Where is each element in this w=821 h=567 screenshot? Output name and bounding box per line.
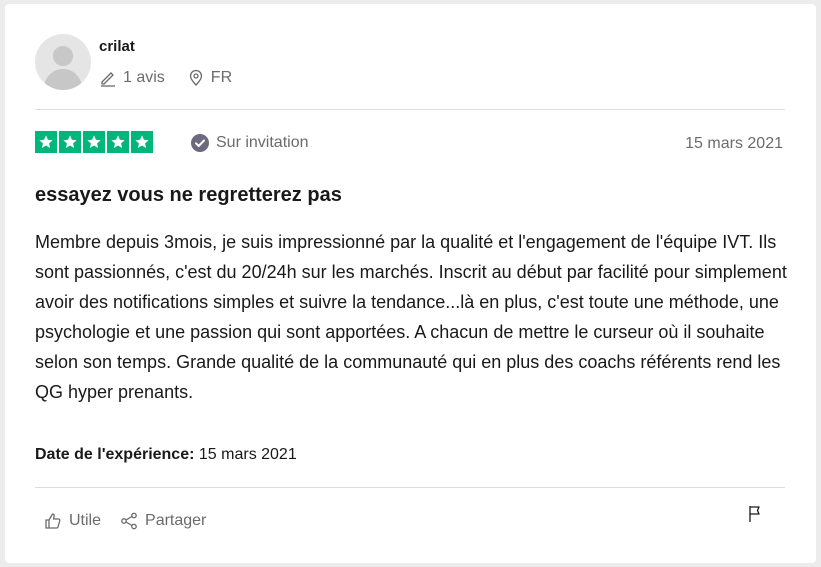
review-actions: Utile Partager [43, 509, 206, 533]
country-code: FR [210, 69, 233, 86]
useful-button[interactable]: Utile [43, 511, 101, 531]
divider [35, 109, 785, 110]
location-pin-icon [187, 69, 205, 87]
invitation-badge[interactable]: Sur invitation [190, 133, 309, 153]
avatar-placeholder-icon [43, 46, 83, 90]
experience-date-value: 15 mars 2021 [198, 446, 297, 463]
thumbs-up-icon [43, 511, 63, 531]
share-button[interactable]: Partager [119, 511, 206, 531]
reviewer-meta: 1 avis FR [99, 68, 232, 88]
avatar[interactable] [35, 34, 91, 90]
star-rating [35, 131, 155, 153]
review-body: Membre depuis 3mois, je suis impressionn… [35, 232, 787, 402]
experience-label: Date de l'expérience: [35, 446, 195, 463]
review-title[interactable]: essayez vous ne regretterez pas [35, 184, 342, 207]
star-icon [83, 131, 105, 153]
star-icon [107, 131, 129, 153]
share-icon [119, 511, 139, 531]
pencil-icon [99, 69, 117, 87]
share-label: Partager [145, 512, 207, 529]
experience-date: Date de l'expérience: 15 mars 2021 [35, 446, 297, 464]
verified-check-icon [190, 133, 210, 153]
reviews-count: 1 avis [123, 69, 165, 86]
star-icon [131, 131, 153, 153]
divider [35, 487, 785, 488]
invitation-label: Sur invitation [216, 134, 309, 151]
star-icon [35, 131, 57, 153]
flag-icon [749, 506, 760, 522]
review-date: 15 mars 2021 [685, 135, 783, 152]
useful-label: Utile [69, 512, 102, 529]
reviewer-name[interactable]: crilat [99, 38, 135, 55]
review-card: crilat 1 avis FR Sur invitation 15 mars … [5, 4, 816, 563]
star-icon [59, 131, 81, 153]
flag-button[interactable] [745, 504, 765, 524]
